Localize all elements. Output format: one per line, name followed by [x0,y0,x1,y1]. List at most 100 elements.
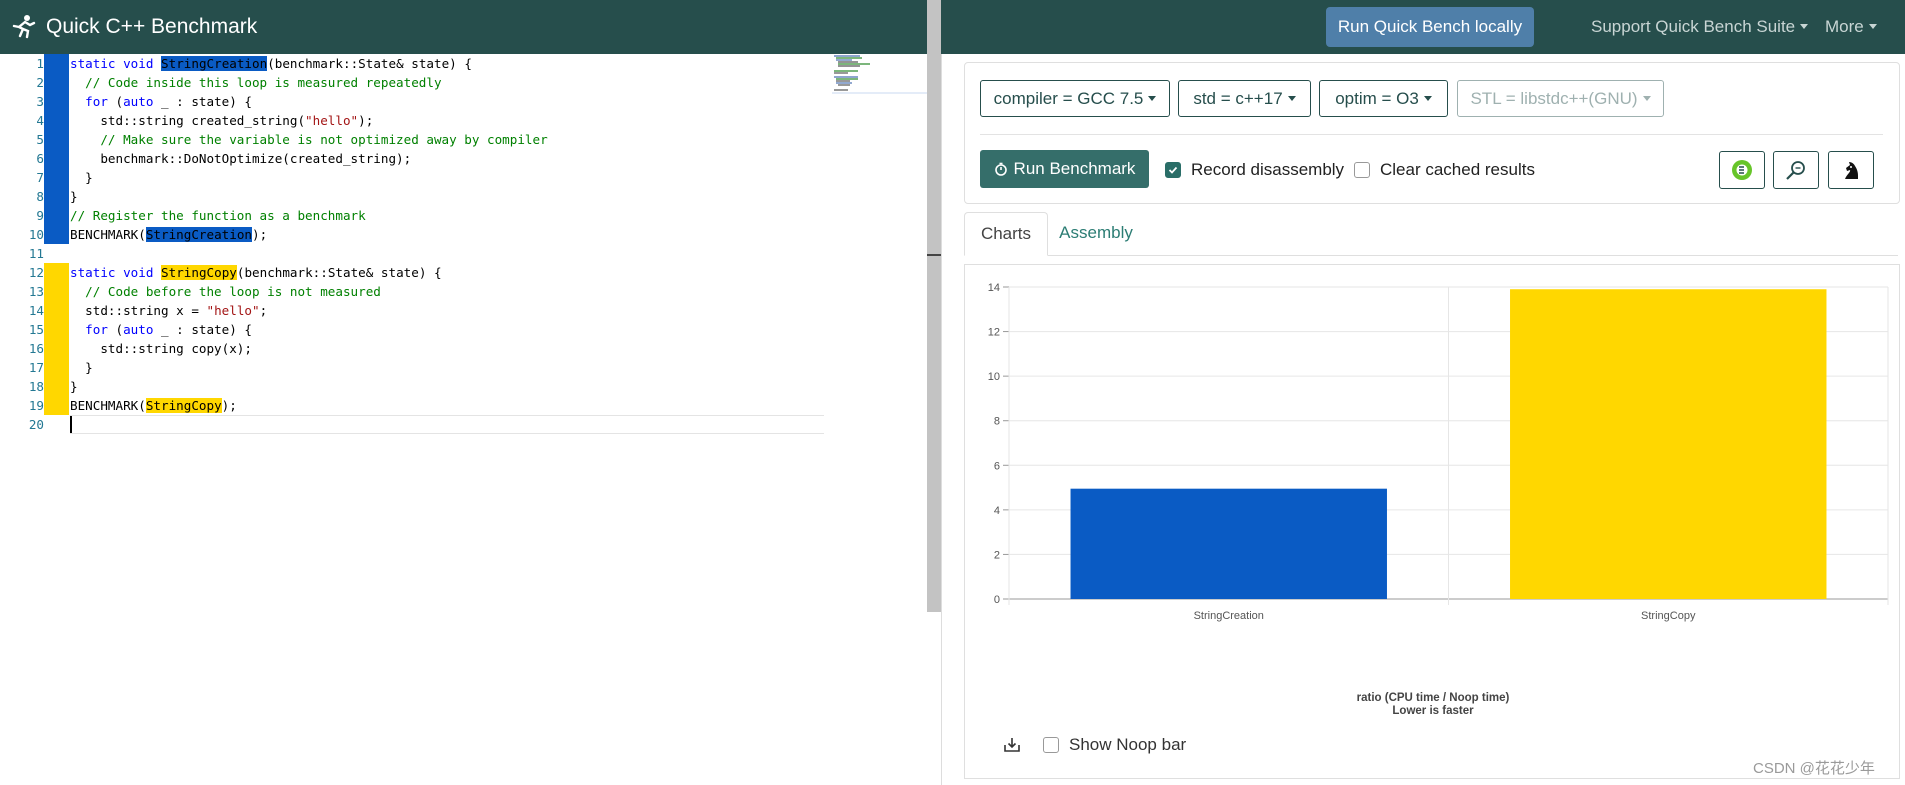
y-tick-label: 12 [988,327,1000,339]
y-tick-label: 2 [994,549,1000,561]
keyword: void [123,56,154,71]
line-number: 7 [36,170,44,185]
run-benchmark-label: Run Benchmark [1013,159,1136,178]
code-text: BENCHMARK(StringCreation); [70,227,267,242]
line-number: 4 [36,113,44,128]
app-title: Quick C++ Benchmark [46,15,258,38]
show-noop-label: Show Noop bar [1069,735,1187,754]
code-text: BENCHMARK(StringCopy); [70,398,237,413]
code-line-2: 2 // Code inside this loop is measured r… [0,73,824,92]
compiler-dropdown[interactable]: compiler = GCC 7.5 [980,80,1170,117]
code-text: for (auto _ : state) { [85,322,253,337]
run-locally-button[interactable]: Run Quick Bench locally [1326,7,1534,47]
code-line-19: 19 BENCHMARK(StringCopy); [0,396,824,415]
line-number: 14 [28,303,44,318]
magnifier-icon [1786,161,1805,180]
benchmark-gutter-marker [44,339,69,358]
line-number: 6 [36,151,44,166]
code-line-3: 3 for (auto _ : state) { [0,92,824,111]
code-text: static void StringCopy(benchmark::State&… [70,265,442,280]
std-dropdown[interactable]: std = c++17 [1178,80,1311,117]
y-tick-label: 14 [988,282,1000,294]
benchmark-gutter-marker [44,282,69,301]
function-name-highlight: StringCreation [161,56,268,71]
download-icon[interactable] [1003,736,1021,754]
benchmark-gutter-marker [44,149,69,168]
line-number: 1 [36,56,44,71]
code-line-13: 13 // Code before the loop is not measur… [0,282,824,301]
quick-bench-compare-button[interactable] [1773,151,1819,189]
benchmark-gutter-marker [44,187,69,206]
code-comment: // Register the function as a benchmark [70,208,366,223]
clear-cached-option[interactable]: Clear cached results [1354,160,1535,180]
line-number: 8 [36,189,44,204]
benchmark-gutter-marker [44,168,69,187]
code-line-17: 17 } [0,358,824,377]
code-line-8: 8 } [0,187,824,206]
check-icon [1168,166,1178,174]
support-menu[interactable]: Support Quick Bench Suite [1591,17,1808,37]
record-disassembly-checkbox[interactable] [1165,162,1181,178]
record-disassembly-label: Record disassembly [1191,160,1345,179]
optim-dropdown-label: optim = O3 [1335,88,1419,108]
line-number: 11 [28,246,44,261]
x-tick-label: StringCopy [1641,610,1696,622]
code-rest: (benchmark::State& state) { [267,56,472,71]
line-number: 20 [28,417,44,432]
stopwatch-icon [994,162,1007,176]
code-text: } [70,189,78,204]
keyword: for [85,94,108,109]
code-line-12: 12 static void StringCopy(benchmark::Sta… [0,263,824,282]
string-literal: "hello" [305,113,359,128]
code-rest: _ : state) { [153,322,253,337]
more-menu[interactable]: More [1825,17,1877,37]
code-text: } [70,170,93,185]
tab-charts[interactable]: Charts [964,212,1048,256]
y-tick-label: 4 [994,505,1000,517]
benchmark-gutter-marker [44,73,69,92]
stl-dropdown[interactable]: STL = libstdc++(GNU) [1457,80,1664,117]
compiler-explorer-icon [1732,160,1752,180]
code-line-10: 10 BENCHMARK(StringCreation); [0,225,824,244]
code-text: } [70,360,93,375]
compiler-explorer-button[interactable] [1719,151,1765,189]
code-text: for (auto _ : state) { [85,94,253,109]
bar-StringCopy [1510,289,1827,599]
line-number: 9 [36,208,44,223]
benchmark-gutter-marker [44,92,69,111]
y-tick-label: 6 [994,460,1000,472]
code-line-16: 16 std::string copy(x); [0,339,824,358]
code-comment: // Code before the loop is not measured [70,284,381,299]
code-line-20: 20 [0,415,824,434]
text-cursor [70,416,72,433]
benchmark-gutter-marker [44,130,69,149]
show-noop-option[interactable]: Show Noop bar [1003,735,1186,755]
benchmark-gutter-marker [44,377,69,396]
benchmark-gutter-marker [44,358,69,377]
tab-assembly-label: Assembly [1059,223,1133,242]
std-dropdown-label: std = c++17 [1193,88,1283,108]
brand[interactable]: Quick C++ Benchmark [10,14,257,40]
editor-scrollbar[interactable] [927,0,941,612]
tab-charts-label: Charts [980,224,1032,243]
code-rest: ); [221,398,237,413]
top-navbar: Quick C++ Benchmark Run Quick Bench loca… [0,0,1905,54]
code-editor[interactable]: 1 static void StringCreation(benchmark::… [0,54,935,785]
run-benchmark-button[interactable]: Run Benchmark [980,150,1149,188]
record-disassembly-option[interactable]: Record disassembly [1165,160,1344,180]
keyword: void [123,265,154,280]
code-comment: // Code inside this loop is measured rep… [70,75,442,90]
clear-cached-label: Clear cached results [1380,160,1535,179]
code-minimap[interactable] [832,54,927,94]
code-line-4: 4 std::string created_string("hello"); [0,111,824,130]
code-rest: (benchmark::State& state) { [236,265,442,280]
show-noop-checkbox[interactable] [1043,737,1059,753]
build-bench-button[interactable] [1828,151,1874,189]
code-line-1: 1 static void StringCreation(benchmark::… [0,54,824,73]
line-number: 19 [28,398,44,413]
benchmark-gutter-marker [44,54,69,73]
optim-dropdown[interactable]: optim = O3 [1319,80,1448,117]
keyword: auto [123,322,154,337]
clear-cached-checkbox[interactable] [1354,162,1370,178]
tab-assembly[interactable]: Assembly [1046,212,1146,254]
